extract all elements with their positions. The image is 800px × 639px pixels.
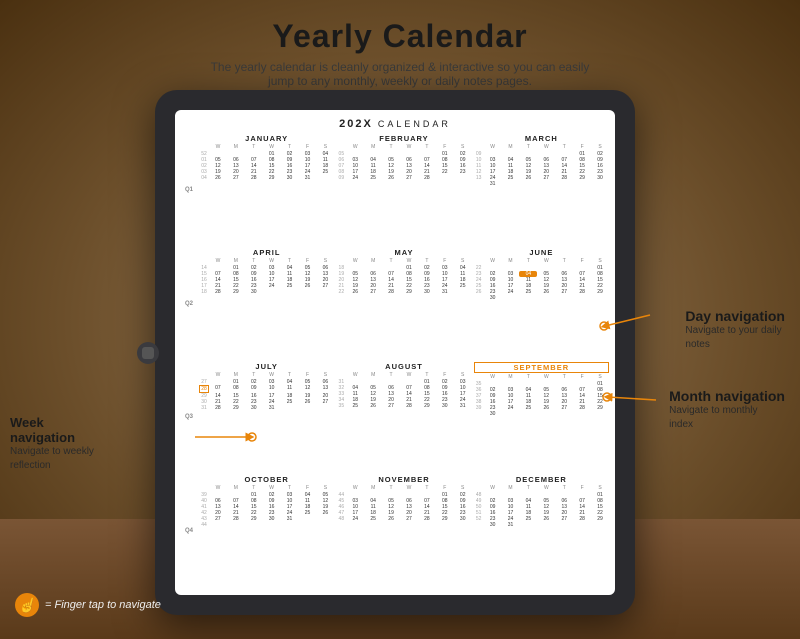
q3-label: Q3 (181, 362, 197, 474)
september-headers: WMTWTFS (474, 374, 609, 380)
february-name: FEBRUARY (336, 134, 471, 143)
march-block: MARCH WMTWTFS 090102 1003040506070809 11… (474, 134, 609, 246)
tablet-device: 202X CALENDAR Q1 JANUARY WMTWTFSS 520102… (155, 90, 635, 615)
december-headers: WMTWTFS (474, 485, 609, 491)
august-block: AUGUST WMTWTFS 31010203 3204050607080910… (336, 362, 471, 474)
july-grid: 27010203040506 2807080910111213 29141516… (199, 379, 334, 411)
december-grid: 4801 4902030405060708 5009101112131415 5… (474, 492, 609, 528)
may-grid: 1801020304 1905060708091011 201213141516… (336, 265, 471, 295)
may-name: MAY (336, 248, 471, 257)
march-headers: WMTWTFS (474, 144, 609, 150)
april-grid: 14010203040506 1507080910111213 16141516… (199, 265, 334, 295)
february-block: FEBRUARY WMTWTFS 050102 0603040506070809… (336, 134, 471, 246)
finger-icon: ☝ (15, 593, 39, 617)
january-grid: 5201020304 0105060708091011 021213141516… (199, 151, 334, 181)
december-name: DECEMBER (474, 475, 609, 484)
july-block: JULY WMTWTFS 27010203040506 280708091011… (199, 362, 334, 474)
week-navigation-annotation: Weeknavigation Navigate to weeklyreflect… (10, 415, 94, 473)
page-title: Yearly Calendar (0, 18, 800, 55)
home-button-inner (142, 347, 154, 359)
april-headers: WMTWTFS (199, 258, 334, 264)
week-nav-title: Weeknavigation (10, 415, 94, 445)
may-block: MAY WMTWTFS 1801020304 1905060708091011 … (336, 248, 471, 360)
april-block: APRIL WMTWTFS 14010203040506 15070809101… (199, 248, 334, 360)
september-grid: 3501 3602030405060708 3709101112131415 3… (474, 381, 609, 417)
finger-tip-label: = Finger tap to navigate (45, 599, 161, 611)
january-block: JANUARY WMTWTFSS 5201020304 010506070809… (199, 134, 334, 246)
november-block: NOVEMBER WMTWTFS 440102 4503040506070809… (336, 475, 471, 587)
calendar-header: 202X CALENDAR (181, 118, 609, 130)
august-headers: WMTWTFS (336, 372, 471, 378)
august-name: AUGUST (336, 362, 471, 371)
november-name: NOVEMBER (336, 475, 471, 484)
january-headers: WMTWTFSS (199, 144, 334, 150)
april-name: APRIL (199, 248, 334, 257)
day-nav-title: Day navigation (685, 308, 785, 324)
month-nav-subtitle: Navigate to monthlyindex (669, 404, 785, 432)
july-headers: WMTWTFS (199, 372, 334, 378)
january-name: JANUARY (199, 134, 334, 143)
q1-label: Q1 (181, 134, 197, 246)
july-name: JULY (199, 362, 334, 371)
march-name: MARCH (474, 134, 609, 143)
day-nav-subtitle: Navigate to your dailynotes (685, 324, 785, 352)
october-block: OCTOBER WMTWTFS 390102030405 40060708091… (199, 475, 334, 587)
june-headers: WMTWTFS (474, 258, 609, 264)
november-headers: WMTWTFS (336, 485, 471, 491)
june-grid: 2201 2302030405060708 2409101112131415 2… (474, 265, 609, 301)
month-navigation-annotation: Month navigation Navigate to monthlyinde… (669, 388, 785, 432)
q4-label: Q4 (181, 475, 197, 587)
march-grid: 090102 1003040506070809 1110111213141516… (474, 151, 609, 187)
october-headers: WMTWTFS (199, 485, 334, 491)
tablet-screen: 202X CALENDAR Q1 JANUARY WMTWTFSS 520102… (175, 110, 615, 595)
september-block: SEPTEMBER WMTWTFS 3501 3602030405060708 … (474, 362, 609, 474)
february-headers: WMTWTFS (336, 144, 471, 150)
october-grid: 390102030405 4006070809101112 4113141516… (199, 492, 334, 528)
tablet-home-button[interactable] (137, 342, 159, 364)
october-name: OCTOBER (199, 475, 334, 484)
may-headers: WMTWTFS (336, 258, 471, 264)
february-grid: 050102 0603040506070809 0710111213141516… (336, 151, 471, 181)
finger-tip-note: ☝ = Finger tap to navigate (15, 593, 161, 617)
month-nav-title: Month navigation (669, 388, 785, 404)
september-name: SEPTEMBER (474, 362, 609, 373)
q2-label: Q2 (181, 248, 197, 360)
page-subtitle: The yearly calendar is cleanly organized… (0, 60, 800, 88)
november-grid: 440102 4503040506070809 4610111213141516… (336, 492, 471, 522)
june-block: JUNE WMTWTFS 2201 2302030405060708 24091… (474, 248, 609, 360)
week-nav-subtitle: Navigate to weeklyreflection (10, 445, 94, 473)
december-block: DECEMBER WMTWTFS 4801 4902030405060708 5… (474, 475, 609, 587)
august-grid: 31010203 3204050607080910 33111213141516… (336, 379, 471, 409)
day-navigation-annotation: Day navigation Navigate to your dailynot… (685, 308, 785, 352)
june-name: JUNE (474, 248, 609, 257)
